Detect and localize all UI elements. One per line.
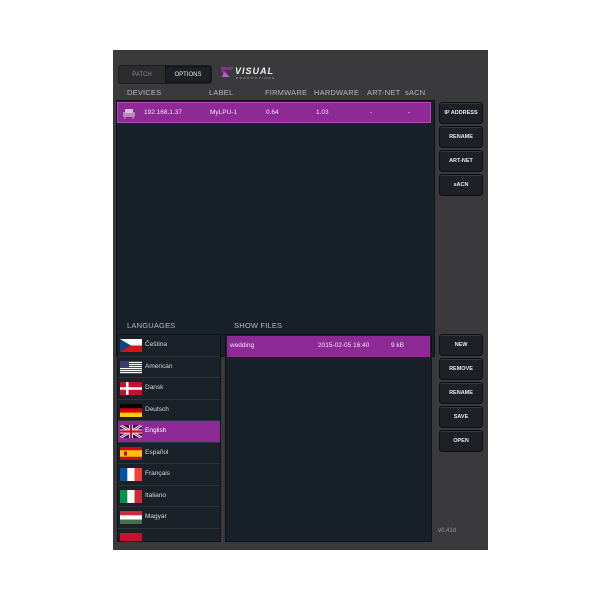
language-item-english[interactable]: English <box>118 421 220 443</box>
sacn-header: sACN <box>405 88 426 97</box>
language-item-czech[interactable]: Čeština <box>118 335 220 357</box>
language-item-danish[interactable]: Dansk <box>118 378 220 400</box>
hungarian-flag-icon <box>120 511 142 524</box>
device-row[interactable]: 192.168.1.37 MyLPU-1 0.64 1.03 - - <box>117 102 431 123</box>
language-item-american[interactable]: American <box>118 357 220 378</box>
language-label: Čeština <box>145 341 168 348</box>
device-label: MyLPU-1 <box>210 109 238 116</box>
language-label: English <box>145 427 167 434</box>
language-label: Français <box>145 470 170 477</box>
show-file-size: 9 kB <box>391 342 405 349</box>
german-flag-icon <box>120 403 142 417</box>
label-header: LABEL <box>209 88 234 97</box>
show-file-row[interactable]: wedding 2015-02-05 16:40 9 kB <box>227 336 430 357</box>
show-file-date: 2015-02-05 16:40 <box>318 342 370 349</box>
language-label: Magyar <box>145 513 167 520</box>
device-firmware: 0.64 <box>266 109 279 116</box>
spanish-flag-icon <box>120 446 142 460</box>
logo-word: VISUAL <box>235 66 275 76</box>
artnet-header: ART-NET <box>367 88 401 97</box>
flag-icon <box>120 532 142 541</box>
language-label: American <box>145 362 173 370</box>
app-window: PATCH OPTIONS VISUAL PRODUCTIONS DEVICES… <box>113 50 488 550</box>
language-item-french[interactable]: Français <box>118 464 220 486</box>
ip-address-button[interactable]: IP ADDRESS <box>439 102 483 124</box>
languages-header: LANGUAGES <box>127 321 176 330</box>
mode-tabs: PATCH OPTIONS <box>118 65 212 84</box>
czech-flag-icon <box>120 339 142 352</box>
show-files-header: SHOW FILES <box>234 321 283 330</box>
open-show-button[interactable]: OPEN <box>439 430 483 452</box>
version-label: v0.41d <box>438 528 457 534</box>
show-files-list: wedding 2015-02-05 16:40 9 kB <box>225 334 432 542</box>
language-item-hungarian[interactable]: Magyar <box>118 507 220 529</box>
language-item-partial[interactable] <box>118 529 220 541</box>
danish-flag-icon <box>120 382 142 395</box>
device-address: 192.168.1.37 <box>144 109 182 116</box>
french-flag-icon <box>120 468 142 481</box>
us-flag-icon <box>120 360 142 374</box>
save-show-button[interactable]: SAVE <box>439 406 483 428</box>
language-item-italian[interactable]: Italiano <box>118 486 220 507</box>
logo-subtitle: PRODUCTIONS <box>236 76 276 80</box>
new-show-button[interactable]: NEW <box>439 334 483 356</box>
language-item-spanish[interactable]: Español <box>118 443 220 464</box>
language-label: Dansk <box>145 384 164 391</box>
tab-patch[interactable]: PATCH <box>119 66 165 83</box>
italian-flag-icon <box>120 489 142 503</box>
remove-show-button[interactable]: REMOVE <box>439 358 483 380</box>
logo-mark-icon <box>221 67 234 77</box>
artnet-button[interactable]: ART-NET <box>439 150 483 172</box>
language-label: Español <box>145 448 169 456</box>
tab-options[interactable]: OPTIONS <box>165 66 211 83</box>
device-sacn: - <box>408 109 411 116</box>
sacn-button[interactable]: sACN <box>439 174 483 196</box>
hardware-header: HARDWARE <box>314 88 360 97</box>
device-hardware: 1.03 <box>316 109 329 116</box>
device-artnet: - <box>370 109 373 116</box>
devices-panel <box>116 100 435 357</box>
language-item-german[interactable]: Deutsch <box>118 400 220 421</box>
uk-flag-icon <box>120 425 142 438</box>
show-file-name: wedding <box>230 342 255 349</box>
device-icon <box>123 109 135 119</box>
languages-list: Čeština American Dansk Deutsch English E… <box>117 334 221 542</box>
rename-show-button[interactable]: RENAME <box>439 382 483 404</box>
rename-device-button[interactable]: RENAME <box>439 126 483 148</box>
devices-header: DEVICES <box>127 88 162 97</box>
language-label: Italiano <box>145 491 166 499</box>
language-label: Deutsch <box>145 405 169 413</box>
firmware-header: FIRMWARE <box>265 88 308 97</box>
